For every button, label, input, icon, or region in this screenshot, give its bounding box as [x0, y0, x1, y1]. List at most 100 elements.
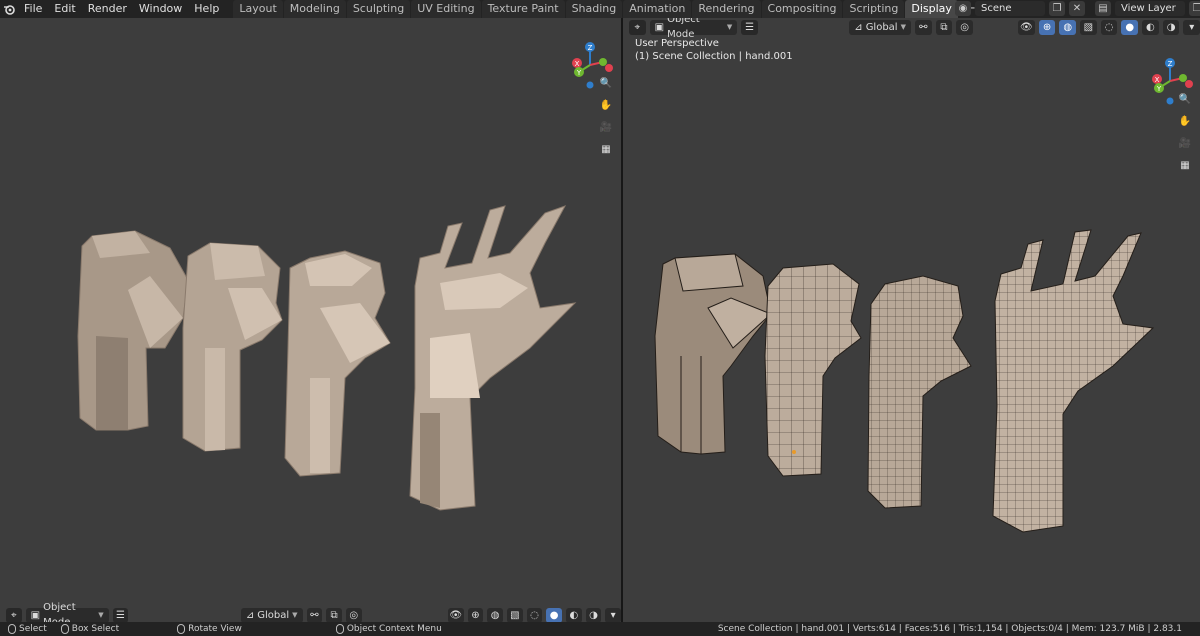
scene-field[interactable]: Scene — [975, 1, 1045, 16]
view-layer-icon[interactable]: ▤ — [1095, 1, 1111, 16]
top-bar: File Edit Render Window Help Layout Mode… — [0, 0, 1200, 18]
gizmo-y-label: Y — [576, 69, 582, 77]
status-rotate-view: Rotate View — [177, 624, 242, 634]
xray-toggle-icon[interactable]: ▧ — [506, 607, 523, 622]
delete-scene-icon[interactable]: ✕ — [1069, 1, 1085, 16]
chevron-down-icon: ▼ — [292, 610, 298, 619]
tab-modeling[interactable]: Modeling — [283, 0, 346, 18]
tab-sculpting[interactable]: Sculpting — [346, 0, 411, 18]
tab-layout[interactable]: Layout — [233, 0, 283, 18]
snap-icon[interactable]: ⧉ — [326, 607, 342, 622]
right-nav-buttons: 🔍 ✋ 🎥 ▦ — [1176, 90, 1194, 174]
shading-options-icon[interactable]: ▾ — [605, 607, 621, 622]
pan-hand-icon[interactable]: ✋ — [1176, 112, 1194, 130]
menu-help[interactable]: Help — [188, 0, 225, 18]
gizmo-z-label: Z — [1168, 60, 1173, 68]
gizmo-toggle-icon[interactable]: ⊕ — [1038, 19, 1056, 35]
scene-icon[interactable]: ◉ — [955, 1, 971, 16]
right-orientation-dropdown[interactable]: ⊿ Global ▼ — [849, 19, 911, 35]
hand-mesh-1[interactable] — [77, 230, 189, 431]
orientation-icon: ⊿ — [245, 609, 255, 621]
zoom-icon[interactable]: 🔍 — [597, 74, 615, 92]
left-viewport-header: ⌖ ▣Object Mode▼ ☰ ⊿Global▼ ⚯ ⧉ ◎ 👁 ⊕ ◍ ▧… — [0, 602, 621, 622]
hand-mesh-4[interactable] — [409, 205, 577, 511]
solid-shading-icon[interactable]: ● — [1121, 19, 1139, 35]
tab-compositing[interactable]: Compositing — [761, 0, 843, 18]
gizmo-toggle-icon[interactable]: ⊕ — [467, 607, 484, 622]
orientation-icon: ⊿ — [854, 21, 863, 33]
solid-shading-icon[interactable]: ● — [546, 607, 562, 622]
workspace-tabs: Layout Modeling Sculpting UV Editing Tex… — [233, 0, 959, 18]
new-scene-icon[interactable]: ❐ — [1049, 1, 1065, 16]
wire-hand-3[interactable] — [867, 275, 972, 509]
tab-animation[interactable]: Animation — [623, 0, 692, 18]
origin-point[interactable] — [792, 450, 796, 454]
left-mode-dropdown[interactable]: ▣Object Mode ▼ — [25, 602, 109, 622]
overlay-toggle-icon[interactable]: ◍ — [1059, 19, 1077, 35]
left-orientation-label: Global — [257, 609, 290, 621]
tab-uv-editing[interactable]: UV Editing — [411, 0, 481, 18]
xray-toggle-icon[interactable]: ▧ — [1080, 19, 1097, 35]
material-shading-icon[interactable]: ◐ — [565, 607, 582, 622]
tab-shading[interactable]: Shading — [565, 0, 623, 18]
rendered-shading-icon[interactable]: ◑ — [1162, 19, 1180, 35]
blender-logo-icon[interactable] — [0, 0, 18, 18]
tab-rendering[interactable]: Rendering — [692, 0, 761, 18]
zoom-icon[interactable]: 🔍 — [1176, 90, 1194, 108]
pivot-icon[interactable]: ⚯ — [914, 19, 932, 35]
hamburger-menu-icon[interactable]: ☰ — [741, 19, 758, 35]
editor-type-icon[interactable]: ⌖ — [6, 607, 22, 622]
status-context-label: Object Context Menu — [346, 624, 442, 634]
grid-perspective-icon[interactable]: ▦ — [1176, 156, 1194, 174]
wire-hand-2[interactable] — [764, 263, 862, 477]
hand-mesh-2[interactable] — [182, 242, 283, 452]
wireframe-shading-icon[interactable]: ◌ — [526, 607, 543, 622]
wireframe-shading-icon[interactable]: ◌ — [1100, 19, 1118, 35]
camera-icon[interactable]: 🎥 — [597, 118, 615, 136]
right-3d-viewport[interactable]: ⌖ ▣ Object Mode ▼ ☰ ⊿ Global ▼ ⚯ ⧉ ◎ 👁 ⊕ ◍ ▧… — [623, 18, 1200, 622]
overlay-toggle-icon[interactable]: ◍ — [487, 607, 503, 622]
status-select: Select — [8, 624, 47, 634]
pan-hand-icon[interactable]: ✋ — [597, 96, 615, 114]
camera-icon[interactable]: 🎥 — [1176, 134, 1194, 152]
tab-texture-paint[interactable]: Texture Paint — [481, 0, 565, 18]
menu-file[interactable]: File — [18, 0, 48, 18]
editor-type-icon[interactable]: ⌖ — [629, 19, 646, 35]
visibility-icon[interactable]: 👁 — [447, 607, 464, 622]
tab-display[interactable]: Display — [905, 0, 958, 18]
status-bar: Select Box Select Rotate View Object Con… — [0, 622, 1200, 636]
menu-window[interactable]: Window — [133, 0, 188, 18]
status-rotate-label: Rotate View — [188, 624, 242, 634]
gizmo-y-label: Y — [1156, 85, 1162, 93]
wire-hand-1[interactable] — [654, 253, 772, 455]
right-mode-dropdown[interactable]: ▣ Object Mode ▼ — [649, 18, 738, 40]
snap-icon[interactable]: ⧉ — [935, 19, 953, 35]
right-orientation-label: Global — [865, 21, 898, 33]
status-context-menu: Object Context Menu — [335, 624, 442, 634]
proportional-edit-icon[interactable]: ◎ — [956, 19, 973, 35]
rendered-shading-icon[interactable]: ◑ — [585, 607, 602, 622]
scene-statistics: Scene Collection | hand.001 | Verts:614 … — [717, 624, 1182, 634]
chevron-down-icon: ▼ — [900, 22, 906, 31]
grid-perspective-icon[interactable]: ▦ — [597, 140, 615, 158]
visibility-icon[interactable]: 👁 — [1018, 19, 1035, 35]
mode-icon: ▣ — [30, 609, 41, 621]
menu-edit[interactable]: Edit — [48, 0, 81, 18]
left-orientation-dropdown[interactable]: ⊿ Global ▼ — [240, 607, 303, 622]
tab-scripting[interactable]: Scripting — [843, 0, 905, 18]
mouse-right-icon — [335, 624, 344, 634]
left-3d-viewport[interactable]: ⌖ ▣Object Mode▼ ☰ ⊿Global▼ ⚯ ⧉ ◎ 👁 ⊕ ◍ ▧… — [0, 18, 621, 622]
gizmo-x-label: X — [575, 60, 580, 68]
material-shading-icon[interactable]: ◐ — [1142, 19, 1159, 35]
shading-options-icon[interactable]: ▾ — [1183, 19, 1200, 35]
chevron-down-icon: ▼ — [726, 22, 733, 31]
proportional-edit-icon[interactable]: ◎ — [345, 607, 362, 622]
hand-mesh-3[interactable] — [284, 250, 391, 477]
menu-render[interactable]: Render — [82, 0, 133, 18]
gizmo-z-label: Z — [588, 44, 593, 52]
pivot-icon[interactable]: ⚯ — [306, 607, 323, 622]
wire-hand-4[interactable] — [992, 229, 1155, 533]
hamburger-menu-icon[interactable]: ☰ — [112, 607, 129, 622]
view-layer-field[interactable]: View Layer — [1115, 1, 1185, 16]
new-view-layer-icon[interactable]: ❐ — [1189, 1, 1200, 16]
